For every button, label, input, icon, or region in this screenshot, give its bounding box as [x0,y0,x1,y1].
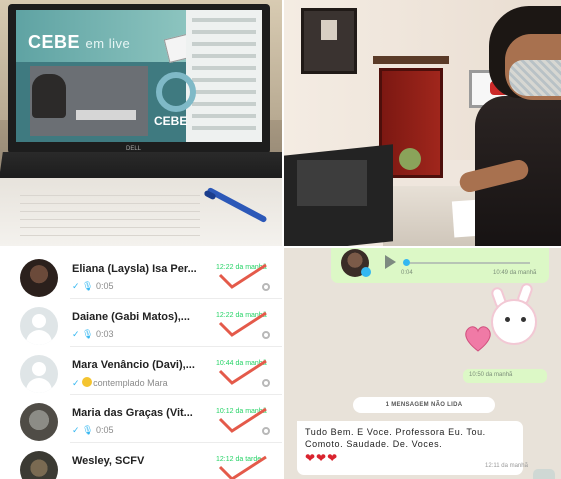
chat-preview: ✓ 🎙 0:05 [72,425,114,435]
sticker-eye [521,317,526,322]
divider [282,0,284,479]
check-mark-icon [218,311,267,337]
photo-laptop-live: CEBE em live CEBE DELL [0,0,283,247]
chat-item-eliana[interactable]: Eliana (Laysla) Isa Per... 12:22 da manh… [0,251,283,299]
message-timestamp: 12:11 da manhã [485,463,528,469]
hearts-emoji: ❤❤❤ [305,451,339,465]
mute-icon [262,283,270,291]
heart-icon [465,326,491,352]
live-title: CEBE em live [28,32,131,52]
check-mark-icon [218,455,267,479]
sticker-timestamp: 10:50 da manhã [469,372,513,378]
message-text: Tudo Bem. E Voce. Professora Eu. Tou. Co… [305,427,486,449]
sticker-eye [505,317,510,322]
photo-woman-at-desk [283,0,561,247]
cebe-logo-text: CEBE [154,114,188,128]
presenter [32,74,66,118]
audio-duration: 0:04 [401,270,413,276]
cebe-logo-icon [156,72,196,112]
chat-item-wesley[interactable]: Wesley, SCFV 12:12 da tarde [0,443,283,479]
check-mark-icon [218,359,267,385]
sticker-bunny [491,299,537,345]
smiley-icon [82,377,93,387]
audio-progress-track[interactable] [410,262,530,264]
wall-frame [301,8,357,74]
chat-name: Wesley, SCFV [72,455,145,467]
mic-icon: ✓ 🎙 [72,329,94,339]
chat-preview: ✓ 🎙 0:05 [72,281,114,291]
avatar [20,403,58,441]
wall-frame-inner [321,20,337,40]
chat-item-daiane[interactable]: Daiane (Gabi Matos),... 12:22 da manhã ✓… [0,299,283,347]
laptop-display: CEBE em live CEBE [16,10,262,142]
unread-messages-banner: 1 MENSAGEM NÃO LIDA [353,397,495,413]
mic-icon: ✓ 🎙 [72,281,94,291]
audio-timestamp: 10:49 da manhã [493,270,537,276]
avatar [20,355,58,393]
chat-item-maria[interactable]: Maria das Graças (Vit... 10:12 da manhã … [0,395,283,443]
chat-item-mara[interactable]: Mara Venâncio (Davi),... 10:44 da manhã … [0,347,283,395]
avatar [20,451,58,479]
door-frame [373,56,449,64]
chat-name: Maria das Graças (Vit... [72,407,193,419]
mic-icon: ✓ 🎙 [72,425,94,435]
mute-icon [262,427,270,435]
chat-name: Eliana (Laysla) Isa Per... [72,263,197,275]
notebook-paper [20,188,200,238]
avatar [20,307,58,345]
double-check-icon: ✓ [72,378,80,388]
check-mark-icon [218,407,267,433]
mute-icon [262,379,270,387]
conversation-view: 0:04 10:49 da manhã 10:50 da manhã 1 MEN… [283,247,561,479]
chat-list: Eliana (Laysla) Isa Per... 12:22 da manh… [0,247,283,479]
audio-seek-handle[interactable] [403,259,410,266]
mic-icon [361,267,371,277]
chat-preview: ✓ contemplado Mara [72,377,168,388]
laptop-screen [297,160,367,206]
chat-name: Daiane (Gabi Matos),... [72,311,190,323]
chat-name: Mara Venâncio (Davi),... [72,359,195,371]
check-mark-icon [218,263,267,289]
live-chat-panel [186,10,262,142]
play-icon[interactable] [385,255,396,269]
mute-icon [262,331,270,339]
presenter-caption [76,110,136,120]
plant [399,148,421,170]
chat-preview: ✓ 🎙 0:03 [72,329,114,339]
divider [0,246,561,248]
face-mask [509,60,561,96]
avatar [20,259,58,297]
scroll-down-button[interactable] [533,469,555,479]
